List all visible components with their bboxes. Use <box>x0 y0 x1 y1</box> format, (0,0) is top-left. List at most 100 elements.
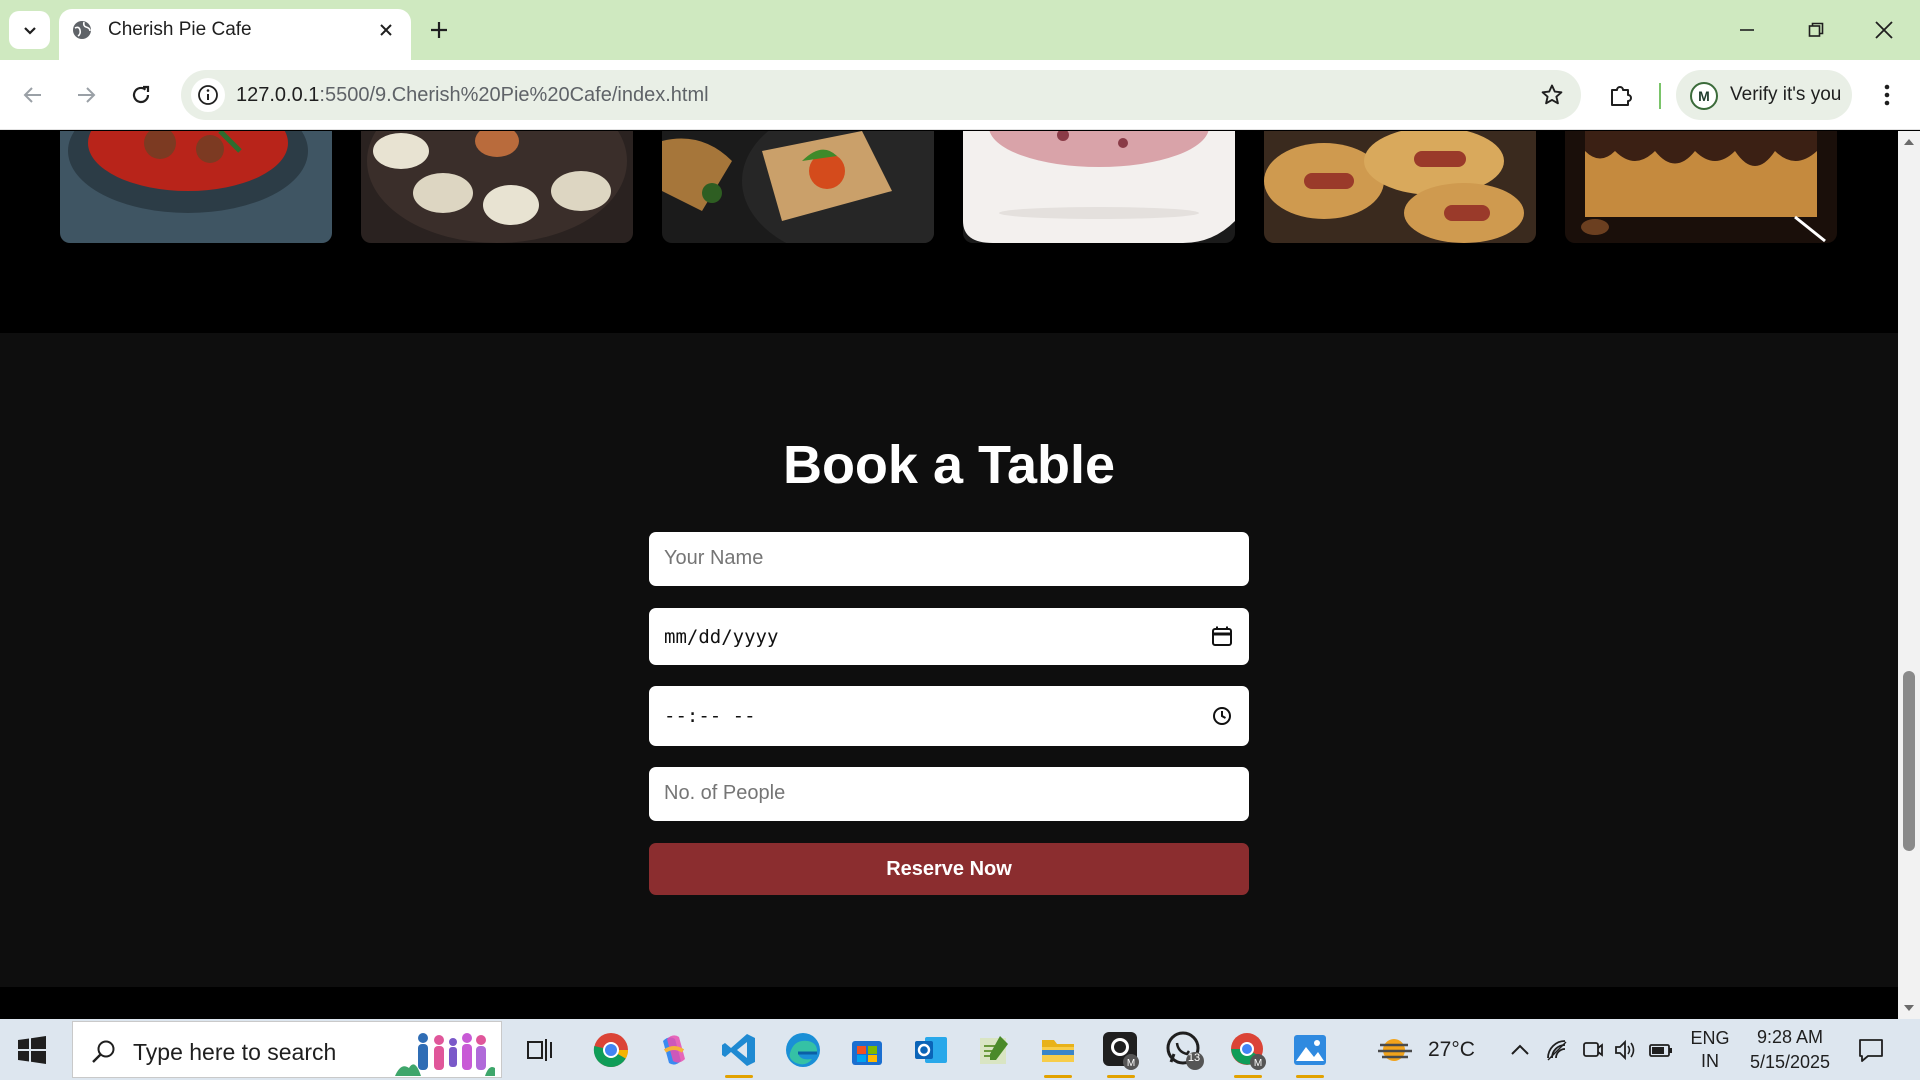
store-icon <box>852 1041 882 1065</box>
gallery-image[interactable] <box>361 131 633 243</box>
ice-cream-image <box>963 131 1235 243</box>
page-scrollbar[interactable] <box>1898 131 1920 1019</box>
task-view-button[interactable] <box>518 1028 562 1072</box>
folder-icon <box>1042 1040 1074 1062</box>
active-app-indicator <box>1234 1075 1262 1078</box>
address-bar[interactable]: 127.0.0.1:5500/9.Cherish%20Pie%20Cafe/in… <box>181 70 1581 120</box>
new-tab-button[interactable] <box>424 15 454 45</box>
notepad-icon <box>980 1036 1008 1064</box>
wifi-icon[interactable] <box>1545 1038 1569 1062</box>
vscode-icon <box>722 1034 755 1066</box>
file-explorer-app-button[interactable] <box>1036 1028 1080 1078</box>
arrow-right-icon <box>78 87 96 103</box>
store-app-button[interactable] <box>845 1028 889 1072</box>
bookmark-button[interactable] <box>1535 78 1569 112</box>
people-input[interactable]: No. of People <box>649 767 1249 821</box>
scrollbar-thumb[interactable] <box>1903 671 1915 851</box>
site-info-button[interactable] <box>191 78 225 112</box>
info-icon <box>198 85 218 105</box>
menu-gallery <box>0 131 1898 333</box>
language-code: ENG <box>1690 1028 1730 1048</box>
active-app-indicator <box>1296 1075 1324 1078</box>
chrome-profile-app-button[interactable]: M <box>1226 1028 1270 1078</box>
chevron-up-icon[interactable] <box>1508 1038 1532 1062</box>
calendar-icon[interactable] <box>1211 625 1233 647</box>
forward-button[interactable] <box>69 78 103 112</box>
browser-toolbar: 127.0.0.1:5500/9.Cherish%20Pie%20Cafe/in… <box>0 60 1920 130</box>
outlook-icon <box>915 1037 947 1063</box>
whatsapp-badge: 13 <box>1187 1052 1201 1064</box>
taskbar-search-box[interactable]: Type here to search <box>72 1021 502 1078</box>
name-input[interactable]: Your Name <box>649 532 1249 586</box>
photos-app-button[interactable] <box>1288 1028 1332 1078</box>
notepad-app-button[interactable] <box>972 1028 1016 1072</box>
outlook-app-button[interactable] <box>909 1028 953 1072</box>
edge-app-button[interactable] <box>781 1028 825 1072</box>
time-placeholder: --:-- -- <box>664 705 756 727</box>
copilot-app-button[interactable] <box>652 1028 696 1072</box>
back-button[interactable] <box>16 78 50 112</box>
tab-search-button[interactable] <box>9 11 50 49</box>
url-host: 127.0.0.1 <box>236 84 320 106</box>
volume-icon[interactable] <box>1613 1038 1637 1062</box>
url-text: 127.0.0.1:5500/9.Cherish%20Pie%20Cafe/in… <box>236 83 709 107</box>
gallery-image[interactable] <box>662 131 934 243</box>
section-title: Book a Table <box>782 435 1116 495</box>
gallery-image[interactable] <box>963 131 1235 243</box>
minimize-button[interactable] <box>1731 14 1763 46</box>
taskbar-clock[interactable]: 9:28 AM 5/15/2025 <box>1740 1025 1840 1075</box>
gallery-image[interactable] <box>1565 131 1837 243</box>
region-code: IN <box>1701 1051 1719 1071</box>
windows-start-icon[interactable] <box>18 1036 46 1064</box>
github-icon: M <box>1103 1032 1139 1070</box>
gallery-image[interactable] <box>60 131 332 243</box>
plus-icon <box>431 22 447 38</box>
close-icon <box>1875 21 1893 39</box>
weather-temperature[interactable]: 27°C <box>1428 1038 1475 1062</box>
people-placeholder: No. of People <box>664 782 786 804</box>
globe-icon <box>73 21 91 39</box>
notification-center-icon[interactable] <box>1857 1036 1885 1064</box>
chrome-app-button[interactable] <box>589 1028 633 1072</box>
close-window-button[interactable] <box>1868 14 1900 46</box>
people-illustration-icon <box>395 1033 495 1076</box>
name-placeholder: Your Name <box>664 547 764 569</box>
restore-icon <box>1808 22 1824 37</box>
weather-icon[interactable] <box>1378 1035 1414 1065</box>
profile-button[interactable]: M Verify it's you <box>1676 70 1852 120</box>
vscode-app-button[interactable] <box>717 1028 761 1078</box>
pigs-in-blanket-image <box>1264 131 1536 243</box>
bruschetta-image <box>662 131 934 243</box>
clock-icon[interactable] <box>1211 705 1233 727</box>
active-tab[interactable]: Cherish Pie Cafe <box>59 9 411 60</box>
next-section <box>0 987 1898 1019</box>
scroll-down-icon[interactable] <box>1902 1001 1916 1015</box>
minimize-icon <box>1740 29 1754 31</box>
language-indicator[interactable]: ENG IN <box>1690 1027 1730 1073</box>
date-input[interactable]: mm/dd/yyyy <box>649 608 1249 665</box>
profile-label: Verify it's you <box>1730 84 1842 105</box>
whatsapp-app-button[interactable]: 13 <box>1163 1028 1207 1072</box>
active-app-indicator <box>1107 1075 1135 1078</box>
restore-button[interactable] <box>1800 14 1832 46</box>
star-icon <box>1541 84 1563 105</box>
scroll-up-icon[interactable] <box>1902 135 1916 149</box>
search-icon <box>92 1040 115 1063</box>
taskbar-search-placeholder: Type here to search <box>133 1039 337 1065</box>
puzzle-icon <box>1611 86 1632 106</box>
svg-text:M: M <box>1254 1058 1262 1069</box>
meet-now-icon[interactable] <box>1580 1038 1604 1062</box>
reload-icon <box>132 85 150 104</box>
tab-close-button[interactable] <box>374 18 398 42</box>
github-app-button[interactable]: M <box>1099 1028 1143 1078</box>
active-app-indicator <box>1044 1075 1072 1078</box>
extensions-button[interactable] <box>1604 78 1638 112</box>
url-path: :5500/9.Cherish%20Pie%20Cafe/index.html <box>319 84 709 106</box>
chrome-icon <box>593 1033 628 1068</box>
reserve-now-button[interactable]: Reserve Now <box>649 843 1249 895</box>
battery-icon[interactable] <box>1649 1038 1673 1062</box>
time-input[interactable]: --:-- -- <box>649 686 1249 746</box>
reload-button[interactable] <box>124 78 158 112</box>
gallery-image[interactable] <box>1264 131 1536 243</box>
browser-menu-button[interactable] <box>1870 78 1904 112</box>
